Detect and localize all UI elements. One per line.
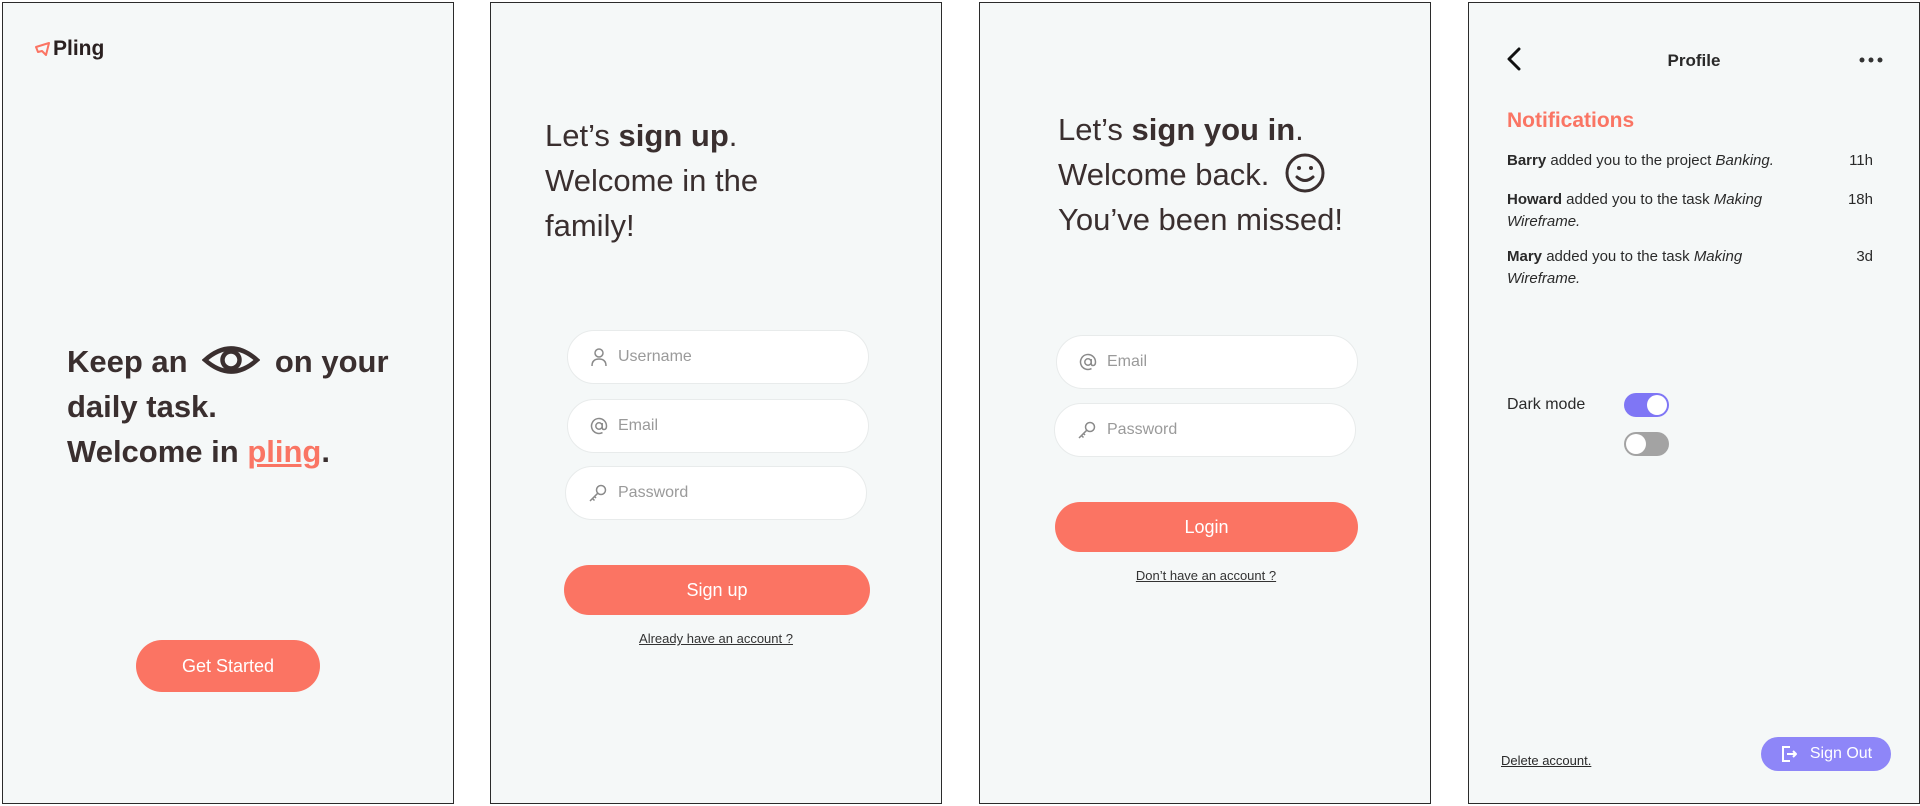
sign-out-icon [1781, 746, 1797, 762]
notification-user: Barry [1507, 152, 1547, 169]
notification-item[interactable]: Barry added you to the project Banking. … [1507, 150, 1873, 172]
dark-mode-label: Dark mode [1507, 396, 1586, 413]
notification-message: Howard added you to the task Making Wire… [1507, 189, 1807, 233]
login-email-input[interactable] [1107, 353, 1337, 371]
signup-heading-line2: Welcome in the [545, 163, 759, 198]
signup-heading-a: Let’s [545, 118, 610, 153]
smiley-icon [1285, 153, 1325, 193]
delete-account-link[interactable]: Delete account. [1501, 753, 1591, 768]
notification-message: Mary added you to the task Making Wirefr… [1507, 246, 1807, 290]
toggle-knob [1626, 434, 1646, 454]
login-button[interactable]: Login [1055, 502, 1358, 552]
login-password-input[interactable] [1107, 421, 1337, 439]
profile-screen: Profile Notifications Barry added you to… [1468, 2, 1920, 804]
notification-target: Banking [1715, 152, 1770, 169]
signup-heading-bold: sign up [618, 118, 729, 153]
username-input[interactable] [618, 348, 848, 366]
email-field[interactable] [567, 399, 869, 453]
signup-screen: Let’s sign up. Welcome in the family! Si… [490, 2, 942, 804]
notification-message: Barry added you to the project Banking. [1507, 150, 1807, 172]
password-field[interactable] [565, 466, 867, 520]
notifications-title: Notifications [1507, 109, 1635, 132]
password-input[interactable] [618, 484, 848, 502]
login-screen: Let’s sign you in. Welcome back. You’ve … [979, 2, 1431, 804]
login-email-field[interactable] [1056, 335, 1358, 389]
get-started-button[interactable]: Get Started [136, 640, 320, 692]
signup-heading-line3: family! [545, 208, 635, 243]
email-input[interactable] [618, 417, 848, 435]
notification-item[interactable]: Howard added you to the task Making Wire… [1507, 189, 1873, 233]
already-have-account-link[interactable]: Already have an account ? [565, 631, 867, 646]
signup-heading-end: . [728, 118, 738, 153]
login-heading: Let’s sign you in. Welcome back. You’ve … [1058, 107, 1438, 242]
notification-item[interactable]: Mary added you to the task Making Wirefr… [1507, 246, 1873, 290]
dark-mode-toggle[interactable] [1624, 393, 1669, 417]
at-icon [590, 417, 608, 435]
logo: Pling [35, 37, 104, 61]
login-heading-line2: Welcome back. [1058, 157, 1270, 192]
hero-text: Keep an on your daily task. Welcome in p… [67, 339, 447, 474]
notification-text: added you to the project [1546, 152, 1716, 169]
eye-icon [202, 346, 261, 374]
logo-text: Pling [53, 37, 105, 60]
notification-user: Mary [1507, 248, 1543, 265]
notification-end: . [1769, 152, 1774, 169]
logo-icon [35, 42, 50, 56]
notification-text: added you to the task [1542, 248, 1694, 265]
pling-link[interactable]: pling [247, 434, 321, 469]
login-password-field[interactable] [1054, 403, 1356, 457]
user-icon [591, 348, 607, 367]
notification-time: 3d [1856, 248, 1873, 265]
notification-end: . [1576, 270, 1581, 287]
signup-heading: Let’s sign up. Welcome in the family! [545, 113, 925, 248]
page-title: Profile [1667, 51, 1721, 70]
notification-time: 18h [1847, 191, 1873, 208]
notification-end: . [1576, 213, 1581, 230]
key-icon [589, 484, 607, 502]
sign-out-label: Sign Out [1809, 745, 1873, 762]
hero-line1-b: on your [274, 344, 389, 379]
hero-line3-a: Welcome in [67, 434, 239, 469]
login-heading-bold: sign you in [1131, 112, 1296, 147]
notification-time: 11h [1849, 152, 1873, 169]
hero-line1-a: Keep an [67, 344, 188, 379]
more-icon[interactable] [1859, 57, 1883, 63]
dont-have-account-link[interactable]: Don’t have an account ? [1055, 568, 1357, 583]
at-icon [1079, 353, 1097, 371]
login-heading-end: . [1295, 112, 1304, 147]
toggle-knob [1647, 395, 1667, 415]
signup-button[interactable]: Sign up [564, 565, 870, 615]
username-field[interactable] [567, 330, 869, 384]
hero-line2: daily task. [67, 389, 217, 424]
login-heading-line3: You’ve been missed! [1058, 202, 1343, 237]
hero-line3-end: . [321, 434, 330, 469]
notification-text: added you to the task [1562, 191, 1714, 208]
secondary-toggle[interactable] [1624, 432, 1669, 456]
key-icon [1078, 421, 1096, 439]
welcome-screen: Pling Keep an on your daily task. Welcom… [2, 2, 454, 804]
sign-out-button[interactable]: Sign Out [1761, 737, 1891, 771]
notification-user: Howard [1507, 191, 1563, 208]
login-heading-a: Let’s [1058, 112, 1123, 147]
